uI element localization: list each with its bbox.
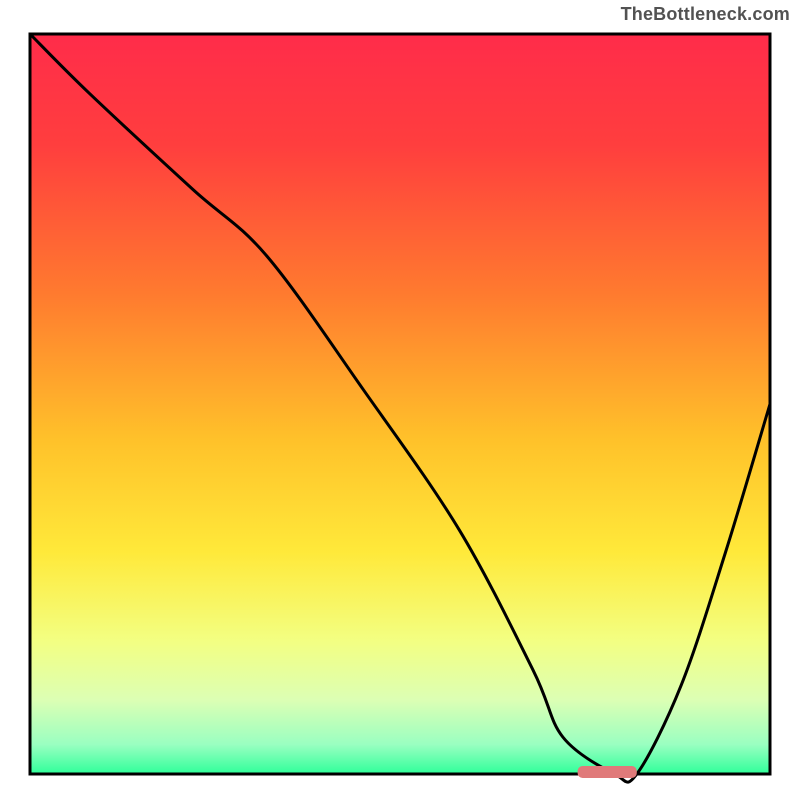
optimal-marker	[578, 766, 637, 778]
bottleneck-chart	[20, 24, 780, 784]
chart-svg	[20, 24, 780, 784]
watermark-text: TheBottleneck.com	[621, 4, 790, 25]
gradient-background	[30, 34, 770, 774]
